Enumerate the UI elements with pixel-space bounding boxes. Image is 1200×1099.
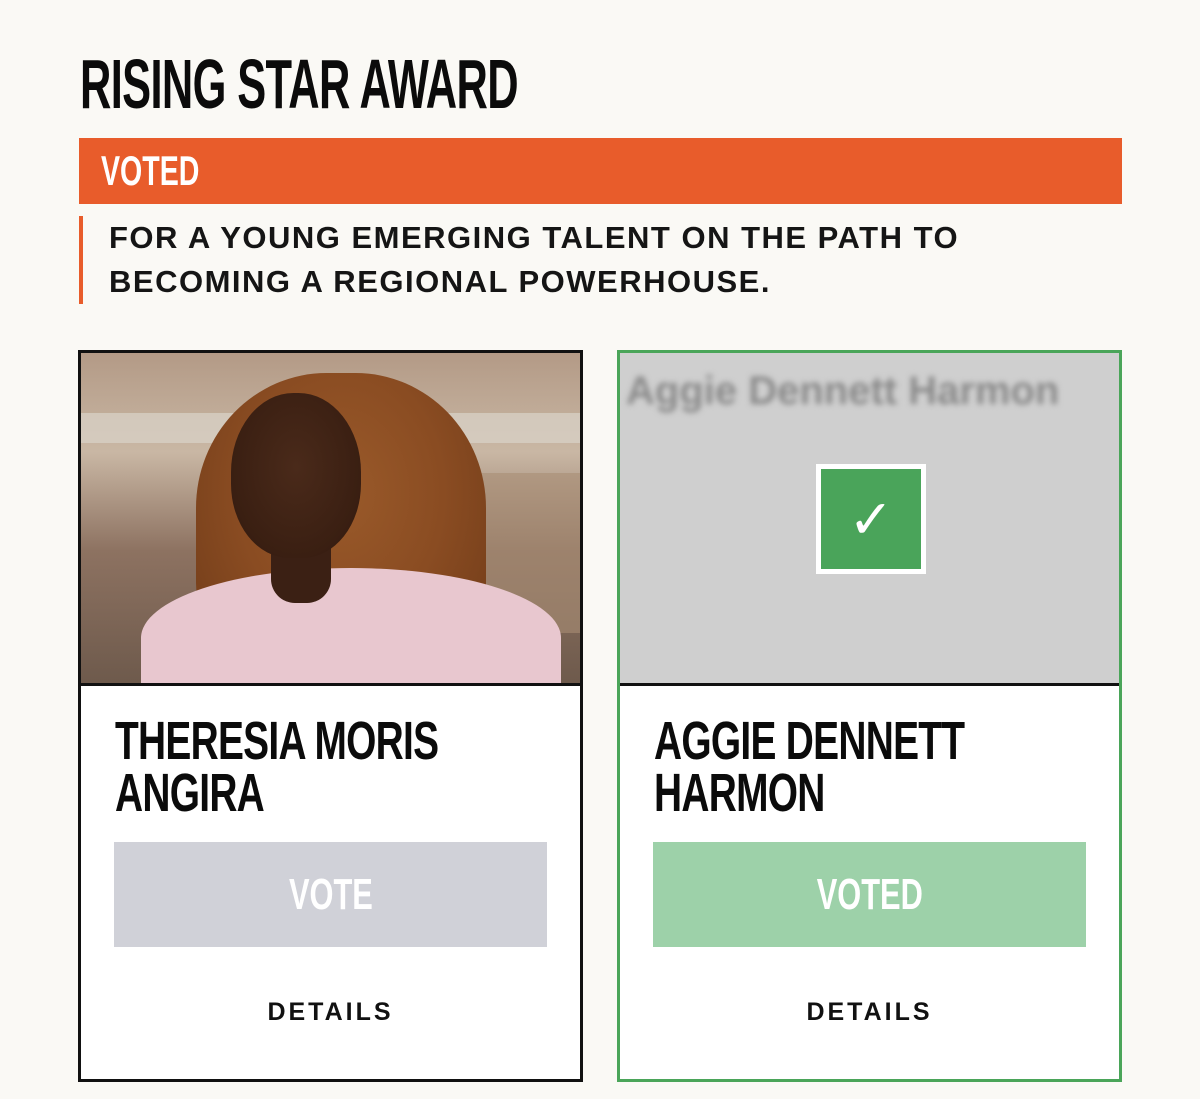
award-title: RISING STAR AWARD — [80, 45, 519, 123]
nominee-name: AGGIE DENNETT HARMON — [654, 711, 965, 823]
voted-status-banner: VOTED — [79, 138, 1122, 204]
nominee-photo — [81, 353, 580, 686]
nominee-card-aggie: Aggie Dennett Harmon ✓ AGGIE DENNETT HAR… — [617, 350, 1122, 1082]
vote-button-label: VOTE — [288, 869, 373, 919]
nominee-name: THERESIA MORIS ANGIRA — [115, 711, 439, 823]
voted-button[interactable]: VOTED — [653, 842, 1086, 947]
details-link[interactable]: DETAILS — [81, 998, 580, 1027]
status-label: VOTED — [101, 147, 200, 194]
nominee-card-theresia: THERESIA MORIS ANGIRA VOTE DETAILS — [78, 350, 583, 1082]
award-description-text: FOR A YOUNG EMERGING TALENT ON THE PATH … — [109, 220, 960, 299]
voted-button-label: VOTED — [816, 869, 923, 919]
blurred-nominee-name: Aggie Dennett Harmon — [626, 369, 1060, 413]
award-description: FOR A YOUNG EMERGING TALENT ON THE PATH … — [79, 216, 1079, 304]
vote-button[interactable]: VOTE — [114, 842, 547, 947]
check-icon: ✓ — [848, 487, 894, 551]
details-link[interactable]: DETAILS — [620, 998, 1119, 1027]
voted-checkmark: ✓ — [816, 464, 926, 574]
nominee-photo-placeholder: Aggie Dennett Harmon ✓ — [620, 353, 1119, 686]
